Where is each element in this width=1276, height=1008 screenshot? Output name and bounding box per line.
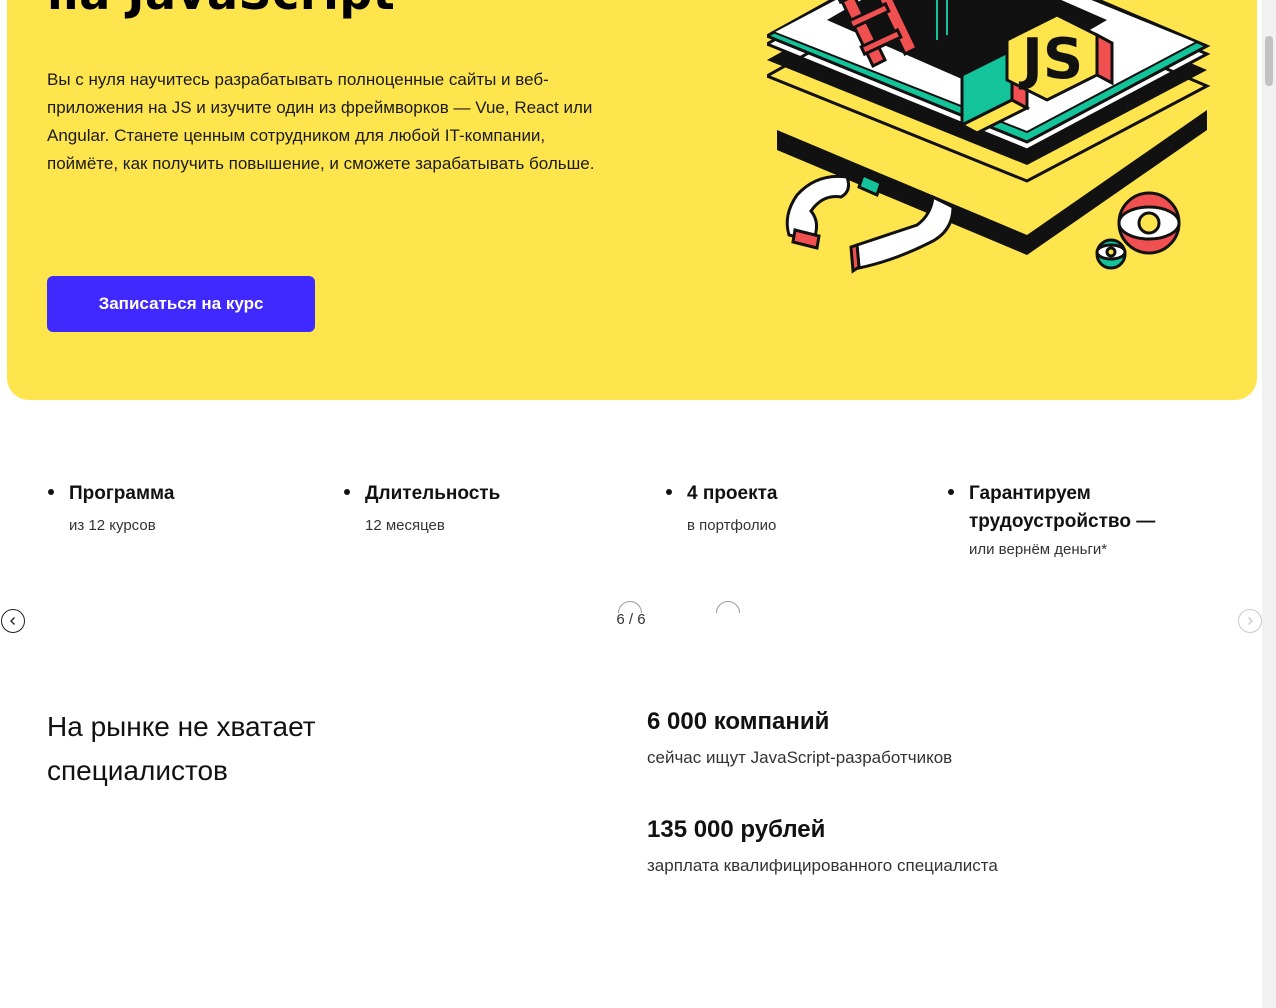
chevron-left-icon	[10, 617, 15, 625]
slider-counter: 6 / 6	[616, 611, 646, 628]
enroll-button[interactable]: Записаться на курс	[47, 276, 315, 332]
feature-title: 4 проекта	[687, 483, 778, 504]
market-heading: На рынке не хватает специалистов	[47, 711, 316, 786]
hero-banner: на JavaScript Вы с нуля научитесь разраб…	[7, 0, 1257, 400]
feature-title: Программа	[69, 483, 175, 504]
feature-title: Длительность	[365, 483, 501, 504]
slider-next-button[interactable]	[1238, 609, 1262, 633]
scrollbar-thumb[interactable]	[1265, 36, 1273, 86]
feature-duration: Длительность 12 месяцев	[344, 480, 615, 538]
feature-subtitle: 12 месяцев	[365, 517, 445, 534]
course-features: Программа из 12 курсов Длительность 12 м…	[0, 480, 1276, 580]
chevron-right-icon	[1248, 617, 1253, 625]
page-scrollbar[interactable]	[1262, 0, 1276, 1008]
hero-title: на JavaScript	[47, 0, 395, 20]
stat-description: зарплата квалифицированного специалиста	[647, 856, 998, 875]
bullet-icon	[344, 489, 350, 495]
bullet-icon	[48, 489, 54, 495]
bullet-icon	[948, 489, 954, 495]
js-illustration-label: JS	[1018, 27, 1083, 92]
stat-companies: 6 000 компаний сейчас ищут JavaScript-ра…	[647, 705, 952, 771]
slider-dot[interactable]	[716, 601, 740, 613]
slider-prev-button[interactable]	[1, 609, 25, 633]
stat-description: сейчас ищут JavaScript-разработчиков	[647, 748, 953, 767]
stat-salary: 135 000 рублей зарплата квалифицированно…	[647, 813, 998, 879]
bullet-icon	[666, 489, 672, 495]
feature-program: Программа из 12 курсов	[48, 480, 309, 538]
hero-description: Вы с нуля научитесь разрабатывать полноц…	[47, 70, 595, 173]
feature-subtitle: или вернём деньги*	[969, 541, 1108, 558]
feature-employment: Гарантируем трудоустройство — или вернём…	[948, 480, 1199, 562]
feature-subtitle: в портфолио	[687, 517, 777, 534]
feature-title: Гарантируем трудоустройство —	[969, 483, 1156, 532]
stat-value: 6 000 компаний	[647, 708, 830, 735]
stat-value: 135 000 рублей	[647, 816, 826, 843]
feature-subtitle: из 12 курсов	[69, 517, 156, 534]
javascript-illustration: JS	[767, 0, 1211, 274]
feature-projects: 4 проекта в портфолио	[666, 480, 907, 538]
